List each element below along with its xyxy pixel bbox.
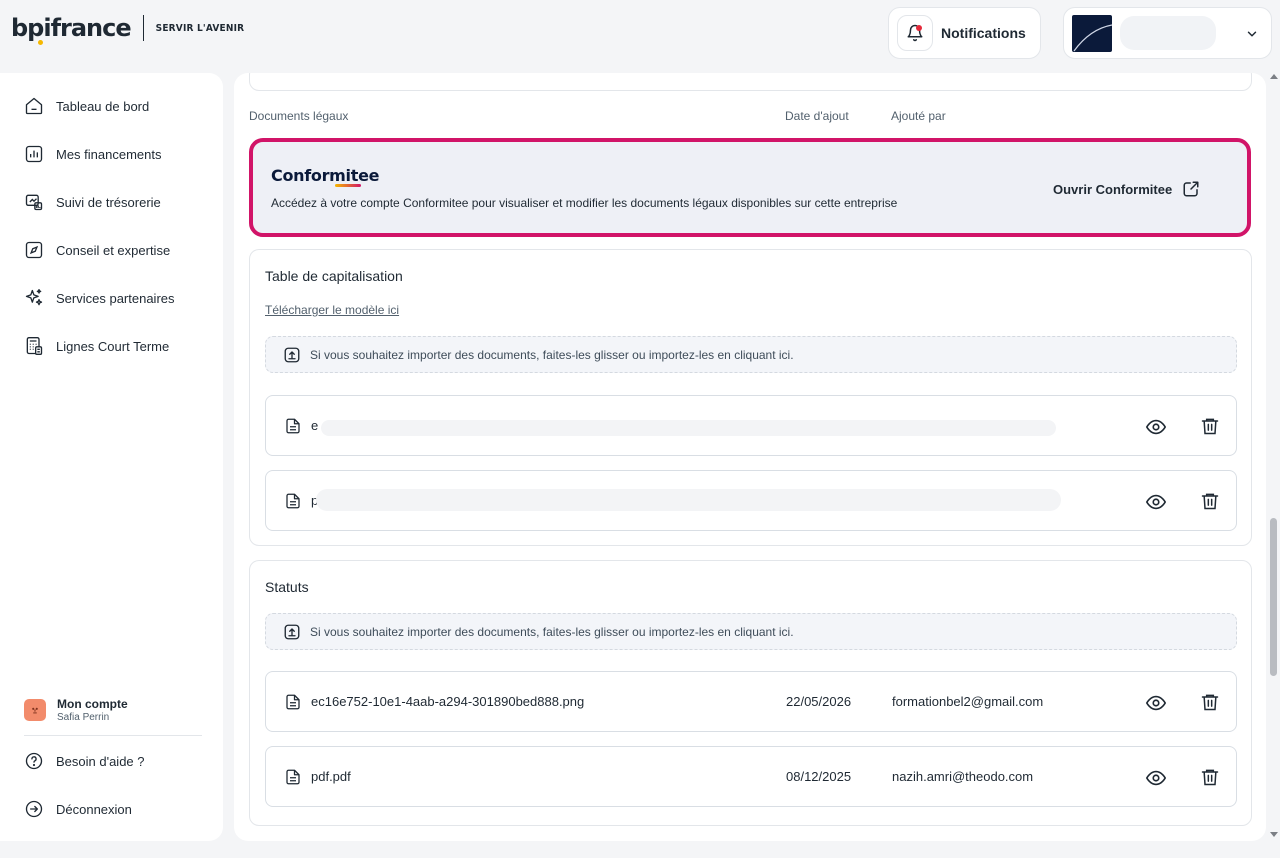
trash-icon[interactable]: [1200, 415, 1220, 442]
document-icon: [284, 416, 302, 441]
download-template-link[interactable]: Télécharger le modèle ici: [265, 303, 399, 317]
conformitee-banner: Conformitee Accédez à votre compte Confo…: [249, 138, 1251, 237]
column-header-added-by: Ajouté par: [891, 109, 946, 123]
notifications-button[interactable]: Notifications: [888, 7, 1041, 59]
trash-icon[interactable]: [1200, 766, 1220, 793]
eye-icon[interactable]: [1145, 491, 1167, 518]
column-header-documents: Documents légaux: [249, 109, 349, 123]
file-added-by: formationbel2@gmail.com: [892, 694, 1044, 709]
sidebar-item-label: Tableau de bord: [56, 98, 150, 114]
document-icon: [284, 767, 302, 792]
bell-icon: [897, 15, 933, 51]
sidebar-item-conseil[interactable]: Conseil et expertise: [24, 240, 170, 260]
file-name: pdf.pdf: [311, 769, 351, 784]
logo-tagline: SERVIR L'AVENIR: [155, 22, 245, 34]
avatar: [24, 699, 46, 721]
dropzone-text: Si vous souhaitez importer des documents…: [310, 347, 794, 362]
sidebar-item-dashboard[interactable]: Tableau de bord: [24, 96, 149, 116]
main-content: Documents légaux Date d'ajout Ajouté par…: [234, 73, 1266, 841]
scroll-down-arrow[interactable]: [1270, 832, 1278, 837]
bpifrance-logo[interactable]: bpifrance SERVIR L'AVENIR: [11, 14, 245, 45]
sidebar-item-services[interactable]: Services partenaires: [24, 288, 175, 308]
sparkles-icon: [25, 289, 43, 306]
scrollbar-thumb[interactable]: [1270, 518, 1277, 676]
scroll-up-arrow[interactable]: [1270, 74, 1278, 79]
table-row: p: [265, 470, 1237, 531]
conformitee-logo: Conformitee: [271, 166, 380, 185]
logout-label: Déconnexion: [56, 801, 132, 817]
dropzone-text: Si vous souhaitez importer des documents…: [310, 624, 794, 639]
table-row: pdf.pdf 08/12/2025 nazih.amri@theodo.com: [265, 746, 1237, 807]
sidebar-item-label: Mes financements: [56, 146, 162, 162]
column-header-date: Date d'ajout: [785, 109, 849, 123]
trash-icon[interactable]: [1200, 691, 1220, 718]
logout-icon: [25, 800, 43, 818]
file-date: 22/05/2026: [786, 694, 852, 709]
help-icon: [25, 752, 43, 770]
chart-icon: [25, 145, 43, 163]
sidebar-item-label: Conseil et expertise: [56, 242, 171, 258]
document-icon: [284, 692, 302, 717]
open-conformitee-label: Ouvrir Conformitee: [1053, 181, 1173, 197]
eye-icon[interactable]: [1145, 767, 1167, 794]
company-logo: [1072, 14, 1112, 52]
logo-separator: [142, 15, 144, 41]
cap-table-dropzone[interactable]: Si vous souhaitez importer des documents…: [265, 336, 1237, 373]
statuts-title: Statuts: [265, 579, 309, 595]
logo-wordmark: bpifrance: [11, 14, 132, 42]
upload-icon: [284, 347, 300, 362]
file-added-by: nazih.amri@theodo.com: [892, 769, 1034, 784]
calculator-icon: [26, 337, 43, 355]
account-title: Mon compte: [57, 697, 128, 711]
document-icon: [284, 491, 302, 516]
file-date: 08/12/2025: [786, 769, 852, 784]
file-name: e: [311, 418, 319, 433]
company-selector[interactable]: [1063, 7, 1272, 59]
compass-icon: [25, 241, 43, 259]
file-name: ec16e752-10e1-4aab-a294-301890bed888.png: [311, 694, 585, 709]
sidebar-item-label: Lignes Court Terme: [56, 338, 170, 354]
chevron-down-icon: [1245, 27, 1259, 46]
cap-table-section: Table de capitalisation Télécharger le m…: [249, 249, 1252, 546]
trash-icon[interactable]: [1200, 490, 1220, 517]
eye-icon[interactable]: [1145, 692, 1167, 719]
help-label: Besoin d'aide ?: [56, 753, 145, 769]
redacted-row-details: [321, 420, 1056, 436]
sidebar-item-financements[interactable]: Mes financements: [24, 144, 162, 164]
my-account-link[interactable]: Mon compte Safia Perrin: [24, 697, 128, 723]
conformitee-description: Accédez à votre compte Conformitee pour …: [271, 196, 898, 210]
table-row: ec16e752-10e1-4aab-a294-301890bed888.png…: [265, 671, 1237, 732]
upload-icon: [284, 624, 300, 639]
sidebar-item-label: Suivi de trésorerie: [56, 194, 161, 210]
logout-link[interactable]: Déconnexion: [24, 799, 132, 819]
treasury-icon: [25, 194, 43, 211]
cap-table-title: Table de capitalisation: [265, 268, 403, 284]
table-row: e: [265, 395, 1237, 456]
notifications-label: Notifications: [941, 25, 1026, 41]
statuts-dropzone[interactable]: Si vous souhaitez importer des documents…: [265, 613, 1237, 650]
statuts-section: Statuts Si vous souhaitez importer des d…: [249, 560, 1252, 826]
sidebar-divider: [24, 735, 202, 736]
conformitee-logo-accent: [335, 184, 361, 187]
sidebar: Tableau de bord Mes financements Suivi d…: [0, 73, 223, 841]
sidebar-item-tresorerie[interactable]: Suivi de trésorerie: [24, 192, 161, 212]
company-name-redacted: [1120, 16, 1216, 50]
notification-dot: [916, 25, 922, 31]
help-link[interactable]: Besoin d'aide ?: [24, 751, 145, 771]
redacted-row-details: [316, 489, 1061, 511]
eye-icon[interactable]: [1145, 416, 1167, 443]
home-icon: [25, 97, 43, 115]
open-conformitee-button[interactable]: Ouvrir Conformitee: [1053, 180, 1200, 198]
sidebar-item-lignes[interactable]: Lignes Court Terme: [24, 336, 169, 356]
previous-section-card: [249, 73, 1252, 91]
logo-dot: [38, 40, 43, 45]
account-user-name: Safia Perrin: [57, 712, 110, 723]
sidebar-item-label: Services partenaires: [56, 290, 175, 306]
external-link-icon: [1183, 181, 1199, 197]
